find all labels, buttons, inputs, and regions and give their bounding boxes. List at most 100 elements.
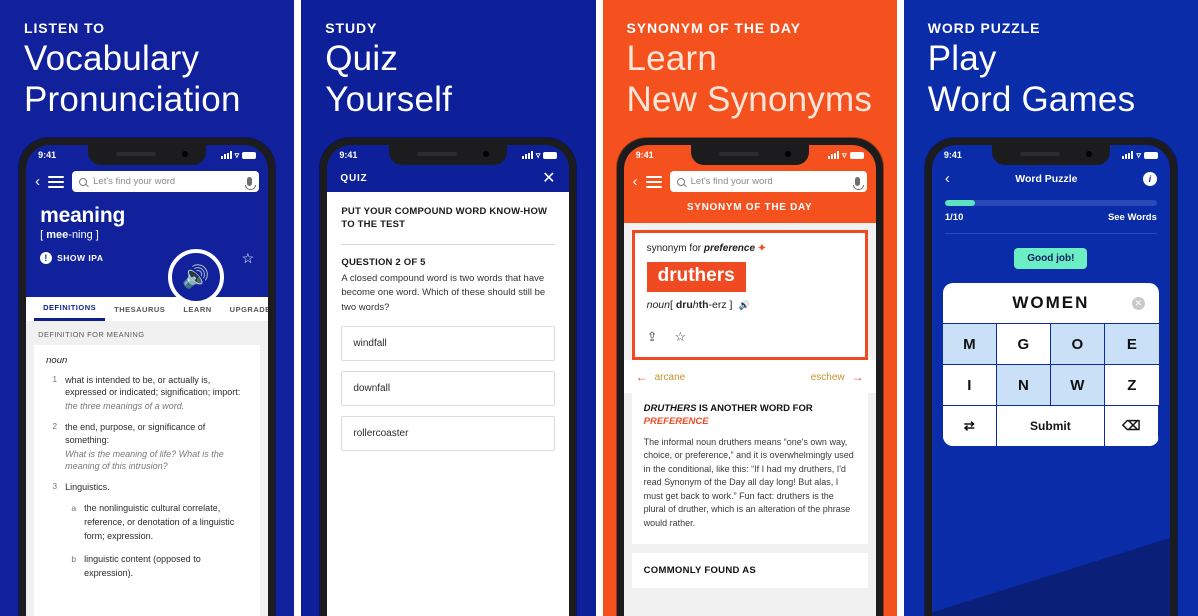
page-title: Word Puzzle (1015, 172, 1078, 185)
definition-number: 3 (52, 480, 58, 491)
favorite-star-icon[interactable]: ☆ (675, 329, 687, 345)
quiz-option[interactable]: windfall (341, 325, 556, 361)
favorite-star-icon[interactable]: ☆ (242, 251, 255, 265)
app-store-screenshot-gallery: LISTEN TO Vocabulary Pronunciation 9:41 … (0, 0, 1198, 616)
shuffle-icon[interactable]: ⇄ (942, 405, 997, 446)
arrow-right-icon: → (851, 370, 864, 384)
definition-body: the end, purpose, or significance of som… (65, 421, 248, 472)
panel4-hero-line1: Play (927, 39, 997, 78)
backspace-icon[interactable]: ⌫ (1104, 405, 1159, 446)
subdefinition-text: linguistic content (opposed to expressio… (84, 553, 201, 578)
subdefinition-list: a the nonlinguistic cultural correlate, … (65, 502, 248, 581)
notch-speaker (718, 152, 759, 156)
letter-key-n[interactable]: N (996, 364, 1051, 405)
pron-bold1: dru (675, 299, 693, 311)
microphone-icon[interactable] (245, 177, 257, 190)
quiz-bar-title: QUIZ (340, 173, 368, 184)
lightning-icon: ✦ (757, 243, 767, 254)
definition-example: What is the meaning of life? What is the… (65, 448, 224, 471)
tab-upgrade[interactable]: UPGRADE (221, 297, 268, 321)
previous-synonym-link[interactable]: ← arcane (636, 370, 686, 384)
status-badge: Good job! (1014, 248, 1088, 269)
phone-notch (88, 145, 207, 165)
card-actions: ⇪ ☆ (647, 329, 853, 345)
signal-icon (220, 151, 232, 159)
notch-camera (483, 151, 490, 157)
quiz-option[interactable]: rollercoaster (341, 415, 556, 451)
panel-word-puzzle: WORD PUZZLE Play Word Games 9:41 ▿ ‹ Wor… (903, 0, 1198, 616)
phone-screen-4: 9:41 ▿ ‹ Word Puzzle i 1/10 See Words Go… (931, 145, 1170, 616)
search-icon (79, 177, 88, 186)
back-chevron-icon[interactable]: ‹ (945, 170, 950, 187)
app-bar-3: ‹ Let's find your word (624, 165, 876, 200)
info-icon[interactable]: i (1142, 171, 1157, 186)
microphone-icon[interactable] (852, 177, 864, 190)
panel-synonym-of-the-day: SYNONYM OF THE DAY Learn New Synonyms 9:… (602, 0, 897, 616)
letter-key-i[interactable]: I (942, 364, 997, 405)
phonetic-rest: -ning (68, 229, 93, 241)
tab-definitions[interactable]: DEFINITIONS (34, 297, 106, 321)
tab-thesaurus[interactable]: THESAURUS (105, 297, 174, 321)
search-icon (676, 177, 685, 186)
share-icon[interactable]: ⇪ (647, 329, 658, 345)
close-icon[interactable]: ✕ (542, 170, 556, 187)
back-chevron-icon[interactable]: ‹ (633, 174, 638, 189)
definition-number: 1 (52, 374, 58, 384)
phone-screen-1: 9:41 ▿ ‹ Let's find your word meaning [… (26, 145, 269, 616)
letter-key-e[interactable]: E (1104, 323, 1159, 364)
panel1-hero-line2: Pronunciation (24, 80, 241, 120)
question-counter: QUESTION 2 OF 5 (341, 256, 426, 268)
letter-key-o[interactable]: O (1050, 323, 1105, 364)
quiz-option[interactable]: downfall (341, 370, 556, 406)
wifi-icon: ▿ (535, 149, 541, 160)
question-text: A closed compound word is two words that… (341, 272, 546, 314)
search-input-1[interactable]: Let's find your word (72, 171, 260, 192)
panel1-eyebrow: LISTEN TO (24, 20, 105, 36)
progress-bar-fill (944, 200, 975, 206)
phonetic-stress: mee (46, 229, 69, 241)
commonly-found-as-heading: COMMONLY FOUND AS (631, 553, 868, 589)
back-chevron-icon[interactable]: ‹ (35, 174, 40, 189)
progress-count: 1/10 (944, 212, 964, 223)
definition-item: 1 what is intended to be, or actually is… (46, 374, 248, 412)
pronunciation-line: noun[ druhth-erz ] 🔊 (647, 299, 853, 311)
explanation-heading: DRUTHERS IS ANOTHER WORD FOR PREFERENCE (644, 403, 856, 429)
show-ipa-button[interactable]: ! SHOW IPA (40, 252, 103, 264)
see-words-button[interactable]: See Words (1108, 212, 1157, 223)
phone-mockup-2: 9:41 ▿ QUIZ ✕ PUT YOUR COMPOUND WORD KNO… (320, 138, 577, 616)
search-input-3[interactable]: Let's find your word (669, 171, 867, 192)
ipa-row: ! SHOW IPA ☆ (26, 241, 268, 265)
current-word-row: WOMEN ✕ (943, 283, 1159, 323)
notch-speaker (1019, 152, 1060, 156)
definition-section-label: DEFINITION FOR MEANING (38, 330, 145, 339)
letter-key-z[interactable]: Z (1104, 364, 1159, 405)
panel4-eyebrow: WORD PUZZLE (927, 20, 1041, 36)
pronounce-audio-button[interactable]: 🔊 (168, 249, 225, 305)
wifi-icon: ▿ (234, 149, 240, 160)
synonym-for-word[interactable]: preference (704, 243, 755, 254)
letter-key-m[interactable]: M (942, 323, 997, 364)
letter-key-g[interactable]: G (996, 323, 1051, 364)
panel3-eyebrow: SYNONYM OF THE DAY (626, 20, 801, 36)
show-ipa-label: SHOW IPA (57, 253, 104, 263)
speaker-icon[interactable]: 🔊 (738, 300, 749, 311)
panel3-hero: Learn New Synonyms (603, 36, 897, 121)
synonym-word: druthers (646, 262, 746, 292)
hamburger-menu-icon[interactable] (645, 175, 662, 188)
current-word: WOMEN (1012, 293, 1090, 312)
submit-button[interactable]: Submit (996, 405, 1105, 446)
section-title: SYNONYM OF THE DAY (686, 202, 813, 213)
phonetic-respelling: [ mee-ning ] (40, 229, 99, 241)
next-synonym-link[interactable]: eschew → (811, 370, 864, 384)
signal-icon (1122, 151, 1134, 159)
letter-key-w[interactable]: W (1050, 364, 1105, 405)
definition-text: the end, purpose, or significance of som… (65, 422, 206, 445)
notch-camera (1085, 151, 1092, 157)
subdefinition-item: b linguistic content (opposed to express… (65, 553, 248, 581)
phone-notch (690, 145, 809, 165)
status-icons: ▿ (1122, 150, 1158, 161)
status-icons: ▿ (521, 149, 558, 161)
clear-icon[interactable]: ✕ (1131, 296, 1145, 310)
hamburger-menu-icon[interactable] (48, 175, 65, 188)
status-icons: ▿ (828, 150, 864, 161)
